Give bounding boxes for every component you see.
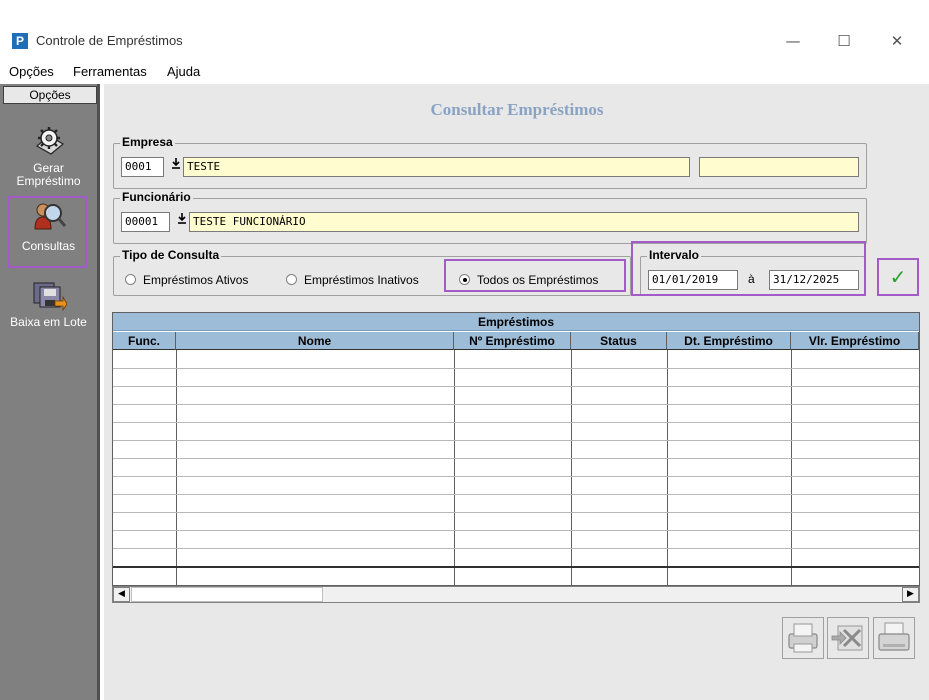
excel-export-icon	[831, 625, 863, 651]
empresa-code-field[interactable]: 0001	[121, 157, 164, 177]
col-header-numero[interactable]: Nº Empréstimo	[454, 332, 571, 350]
grid-row-divider	[113, 494, 919, 495]
grid-row-divider	[113, 404, 919, 405]
col-header-nome[interactable]: Nome	[176, 332, 454, 350]
export-excel-button[interactable]	[827, 617, 869, 659]
menu-ajuda[interactable]: Ajuda	[167, 64, 200, 79]
sidebar-item-gerar-emprestimo[interactable]: Gerar Empréstimo	[0, 124, 97, 188]
menu-ferramentas[interactable]: Ferramentas	[73, 64, 147, 79]
grid-row-divider	[113, 476, 919, 477]
print-preview-button[interactable]	[782, 617, 824, 659]
confirm-button[interactable]: ✓	[877, 258, 919, 296]
grid-caption: Empréstimos	[113, 313, 919, 331]
col-header-vlr-emprestimo[interactable]: Vlr. Empréstimo	[791, 332, 919, 350]
grid-row-divider	[113, 386, 919, 387]
radio-emprestimos-ativos[interactable]: Empréstimos Ativos	[125, 273, 248, 287]
grid-row-divider	[113, 458, 919, 459]
tipo-consulta-label: Tipo de Consulta	[120, 248, 222, 262]
grid-row-divider	[113, 548, 919, 549]
funcionario-lookup-icon[interactable]	[175, 212, 189, 232]
scroll-right-icon[interactable]: ▶	[902, 587, 919, 602]
grid-row-divider	[113, 512, 919, 513]
printer-icon	[788, 623, 818, 653]
title-bar: P Controle de Empréstimos — ☐ ✕	[0, 0, 929, 60]
app-logo-icon: P	[12, 33, 28, 49]
printer-icon	[878, 622, 910, 651]
col-header-status[interactable]: Status	[571, 332, 667, 350]
window-title: Controle de Empréstimos	[36, 33, 183, 48]
page-title: Consultar Empréstimos	[430, 100, 604, 119]
funcionario-code-field[interactable]: 00001	[121, 212, 170, 232]
scroll-thumb[interactable]	[131, 587, 323, 602]
maximize-button[interactable]: ☐	[821, 28, 867, 54]
empresa-lookup-icon[interactable]	[169, 157, 183, 177]
grid-row-divider	[113, 368, 919, 369]
close-button[interactable]: ✕	[874, 28, 920, 54]
emprestimos-grid: Empréstimos Func. Nome Nº Empréstimo Sta…	[112, 312, 920, 586]
minimize-button[interactable]: —	[770, 28, 816, 54]
todos-highlight	[444, 259, 626, 292]
intervalo-highlight	[631, 241, 866, 296]
funcionario-name-field[interactable]: TESTE FUNCIONÁRIO	[189, 212, 859, 232]
menu-opcoes[interactable]: Opções	[9, 64, 54, 79]
print-button[interactable]	[873, 617, 915, 659]
radio-label: Empréstimos Ativos	[143, 273, 249, 287]
funcionario-label: Funcionário	[120, 190, 193, 204]
empresa-name-field[interactable]: TESTE	[183, 157, 690, 177]
sidebar-item-baixa-em-lote[interactable]: Baixa em Lote	[0, 277, 97, 329]
batch-save-icon	[33, 282, 67, 311]
empresa-label: Empresa	[120, 135, 175, 149]
grid-row-divider	[113, 422, 919, 423]
col-header-dt-emprestimo[interactable]: Dt. Empréstimo	[667, 332, 791, 350]
radio-emprestimos-inativos[interactable]: Empréstimos Inativos	[286, 273, 419, 287]
sidebar-item-label: Baixa em Lote	[10, 315, 87, 329]
radio-dot	[286, 274, 297, 285]
menu-bar: Opções Ferramentas Ajuda	[0, 60, 929, 84]
horizontal-scrollbar[interactable]: ◀ ▶	[112, 586, 920, 603]
grid-row-divider	[113, 440, 919, 441]
sidebar: Opções Gerar Empréstimo Consultas Baixa …	[0, 84, 100, 700]
consultas-highlight	[8, 196, 87, 268]
scroll-left-icon[interactable]: ◀	[113, 587, 130, 602]
radio-label: Empréstimos Inativos	[304, 273, 419, 287]
gear-money-icon	[35, 127, 64, 155]
grid-row-divider	[113, 530, 919, 531]
radio-dot	[125, 274, 136, 285]
grid-footer-divider	[113, 566, 919, 568]
sidebar-item-label: Gerar Empréstimo	[16, 161, 81, 188]
sidebar-header: Opções	[3, 86, 97, 104]
empresa-extra-field[interactable]	[699, 157, 859, 177]
col-header-func[interactable]: Func.	[113, 332, 176, 350]
